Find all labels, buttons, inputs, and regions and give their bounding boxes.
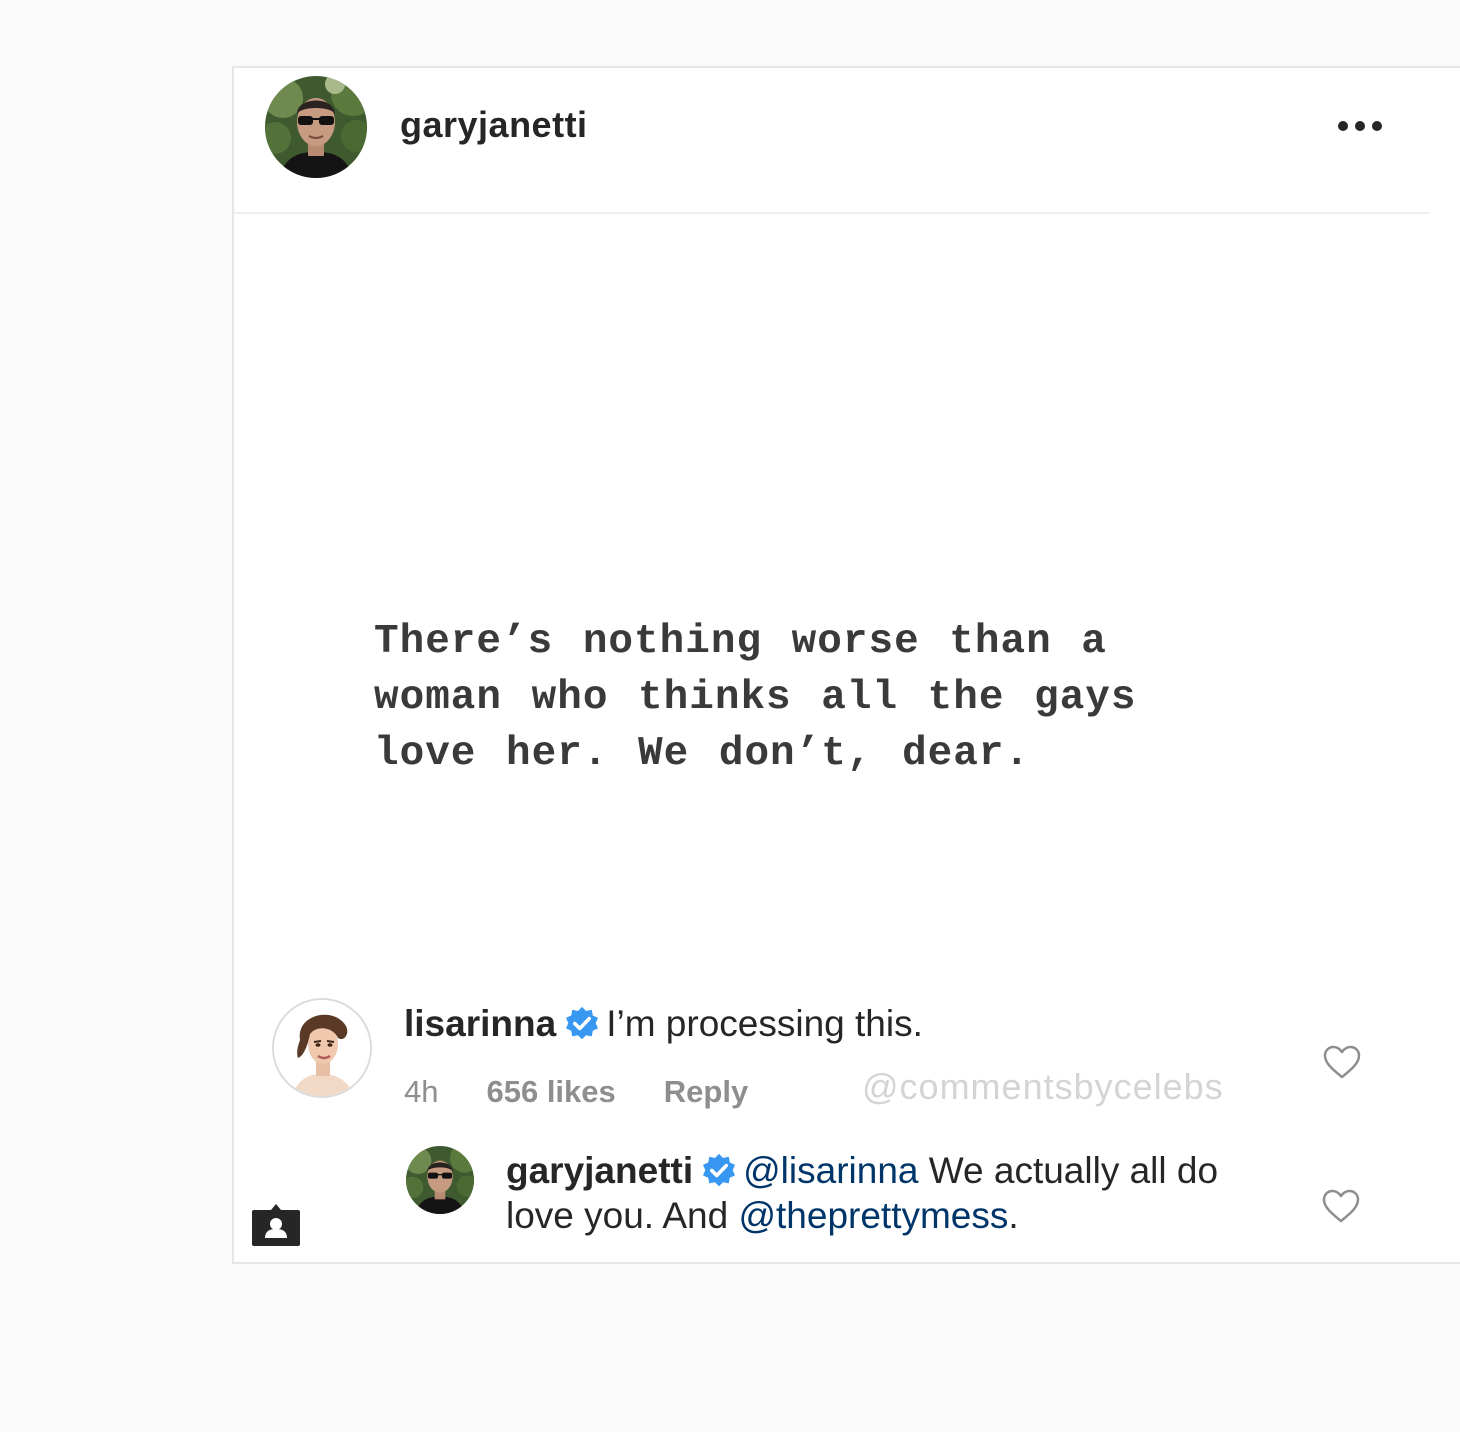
watermark-text: @commentsbycelebs bbox=[862, 1066, 1224, 1107]
comment-body: I’m processing this. bbox=[606, 1003, 923, 1044]
more-dot bbox=[1372, 121, 1382, 131]
more-dot bbox=[1355, 121, 1365, 131]
verified-badge-icon bbox=[703, 1153, 736, 1187]
post-author-username[interactable]: garyjanetti bbox=[400, 104, 588, 146]
mention-link-theprettymess[interactable]: @theprettymess bbox=[738, 1195, 1008, 1236]
comment-likes-count[interactable]: 656 likes bbox=[486, 1074, 615, 1109]
post-card: garyjanetti There’s nothing worse than a… bbox=[232, 66, 1460, 1264]
commenter-avatar[interactable] bbox=[272, 998, 372, 1098]
post-quote-text: There’s nothing worse than a woman who t… bbox=[374, 619, 1137, 777]
user-tags-icon[interactable] bbox=[250, 1200, 302, 1248]
reply-body-part-2: . bbox=[1008, 1195, 1019, 1236]
comment-timestamp: 4h bbox=[404, 1074, 439, 1109]
verified-badge-icon bbox=[566, 1006, 599, 1040]
reply-text: garyjanetti @lisarinna We actually all d… bbox=[506, 1148, 1266, 1238]
comment-text-line: lisarinna I’m processing this. bbox=[404, 1002, 923, 1046]
commenter-username[interactable]: lisarinna bbox=[404, 1003, 556, 1044]
comment-meta: 4h 656 likes Reply bbox=[404, 1072, 748, 1112]
more-dot bbox=[1338, 121, 1348, 131]
post-header: garyjanetti bbox=[234, 68, 1430, 214]
like-reply-heart-icon[interactable] bbox=[1321, 1188, 1361, 1224]
post-author-avatar[interactable] bbox=[265, 76, 367, 178]
like-comment-heart-icon[interactable] bbox=[1322, 1044, 1362, 1080]
reply-author-avatar[interactable] bbox=[406, 1146, 474, 1214]
reply-author-username[interactable]: garyjanetti bbox=[506, 1150, 693, 1191]
reply-button[interactable]: Reply bbox=[664, 1074, 748, 1109]
more-options-icon[interactable] bbox=[1330, 108, 1390, 144]
mention-link-lisarinna[interactable]: @lisarinna bbox=[743, 1150, 918, 1191]
